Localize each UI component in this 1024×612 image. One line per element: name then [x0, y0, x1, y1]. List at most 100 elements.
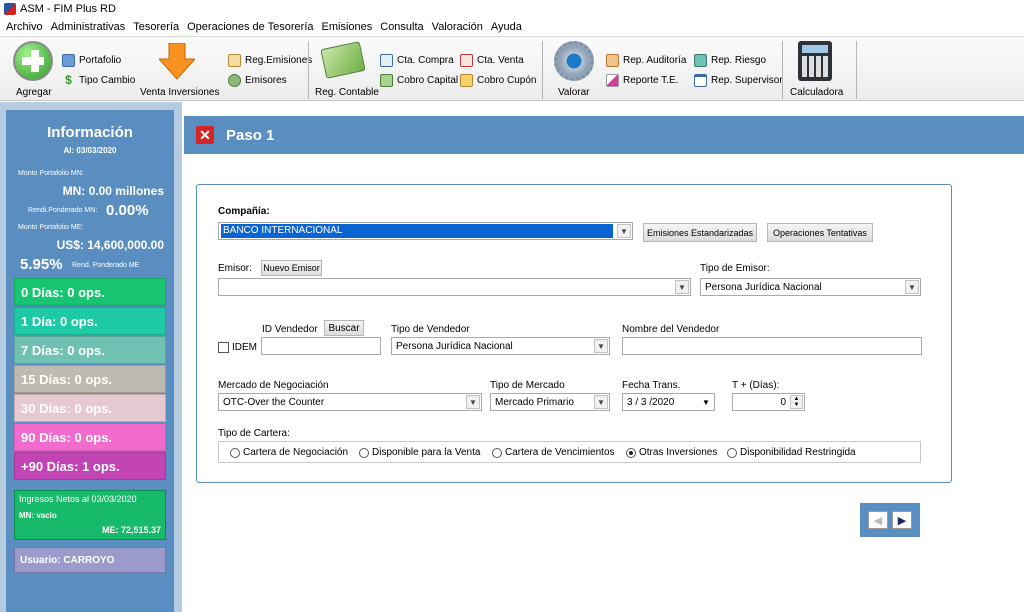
reporte-te-button[interactable]: Reporte T.E.: [606, 74, 678, 87]
radio-icon: [230, 447, 240, 458]
plus-icon: [13, 41, 53, 81]
cta-venta-button[interactable]: Cta. Venta: [460, 54, 524, 67]
emisores-button[interactable]: Emisores: [228, 74, 287, 87]
usuario-badge: Usuario: CARROYO: [14, 547, 166, 573]
reg-emisiones-label: Reg.Emisiones: [245, 55, 313, 66]
cobro-capital-button[interactable]: Cobro Capital: [380, 74, 458, 87]
days-7-item[interactable]: 7 Días: 0 ops.: [14, 336, 166, 364]
portafolio-button[interactable]: Portafolio: [62, 54, 121, 67]
t-dias-label: T + (Días):: [732, 380, 780, 391]
valorar-label: Valorar: [558, 87, 590, 98]
rendi-me-label: Rend. Ponderado ME: [72, 262, 140, 269]
tipo-cambio-button[interactable]: $ Tipo Cambio: [62, 74, 135, 87]
chevron-down-icon[interactable]: ▼: [905, 280, 919, 294]
emisores-label: Emisores: [245, 75, 287, 86]
emisiones-estandarizadas-button[interactable]: Emisiones Estandarizadas: [643, 223, 757, 242]
checkbox-icon: [218, 342, 229, 353]
otras-inversiones-radio[interactable]: Otras Inversiones: [626, 447, 717, 458]
tipo-emisor-value: Persona Jurídica Nacional: [705, 281, 822, 293]
fecha-trans-picker[interactable]: 3 / 3 /2020 ▼: [622, 393, 715, 411]
tipo-mercado-select[interactable]: Mercado Primario ▼: [490, 393, 610, 411]
toolbar-separator: [782, 41, 783, 99]
days-1-item[interactable]: 1 Día: 0 ops.: [14, 307, 166, 335]
risk-report-icon: [694, 54, 707, 67]
rendi-mn-label: Rendi.Ponderado MN:: [28, 207, 98, 214]
nuevo-emisor-button[interactable]: Nuevo Emisor: [261, 260, 322, 276]
calculator-icon: [798, 41, 832, 81]
days-90plus-item[interactable]: +90 Días: 1 ops.: [14, 452, 166, 480]
agregar-button[interactable]: Agregar: [10, 41, 56, 99]
spinner-arrows-icon[interactable]: ▲ ▼: [790, 395, 803, 409]
compania-select[interactable]: BANCO INTERNACIONAL ▼: [218, 222, 633, 240]
rep-auditoria-label: Rep. Auditoría: [623, 55, 687, 66]
step-navigation: ◀ ▶: [860, 503, 920, 537]
portafolio-label: Portafolio: [79, 55, 122, 66]
menu-tesoreria[interactable]: Tesorería: [129, 21, 183, 33]
next-button[interactable]: ▶: [892, 511, 912, 529]
cartera-negociacion-radio[interactable]: Cartera de Negociación: [230, 447, 348, 458]
chevron-down-icon[interactable]: ▼: [675, 280, 689, 294]
fecha-trans-label: Fecha Trans.: [622, 380, 681, 391]
menu-ayuda[interactable]: Ayuda: [487, 21, 526, 33]
valorar-button[interactable]: Valorar: [552, 41, 596, 99]
id-vendedor-input[interactable]: [261, 337, 381, 355]
rep-riesgo-button[interactable]: Rep. Riesgo: [694, 54, 766, 67]
t-dias-stepper[interactable]: 0 ▲ ▼: [732, 393, 805, 411]
info-title: Información: [47, 124, 133, 141]
idem-label: IDEM: [232, 342, 257, 353]
days-90-item[interactable]: 90 Días: 0 ops.: [14, 423, 166, 451]
days-0-item[interactable]: 0 Días: 0 ops.: [14, 278, 166, 306]
nombre-vendedor-label: Nombre del Vendedor: [622, 324, 720, 335]
venta-inversiones-button[interactable]: Venta Inversiones: [138, 41, 220, 99]
paso1-form: Compañía: BANCO INTERNACIONAL ▼ Emisione…: [196, 184, 952, 483]
compania-value: BANCO INTERNACIONAL: [221, 224, 613, 238]
calendar-dropdown-icon[interactable]: ▼: [699, 395, 713, 409]
reg-contable-label: Reg. Contable: [315, 87, 379, 98]
buscar-button[interactable]: Buscar: [324, 320, 364, 336]
chevron-down-icon[interactable]: ▼: [594, 395, 608, 409]
mercado-negociacion-select[interactable]: OTC-Over the Counter ▼: [218, 393, 482, 411]
tipo-emisor-select[interactable]: Persona Jurídica Nacional ▼: [700, 278, 921, 296]
reg-emisiones-button[interactable]: Reg.Emisiones: [228, 54, 312, 67]
radio-icon: [727, 447, 737, 458]
disponible-venta-label: Disponible para la Venta: [372, 447, 481, 458]
rep-supervisor-button[interactable]: Rep. Supervisor: [694, 74, 783, 87]
idem-checkbox[interactable]: IDEM: [218, 342, 257, 353]
chevron-down-icon[interactable]: ▼: [466, 395, 480, 409]
menu-archivo[interactable]: Archivo: [2, 21, 47, 33]
menu-operaciones-tesoreria[interactable]: Operaciones de Tesorería: [183, 21, 317, 33]
reg-contable-button[interactable]: Reg. Contable: [312, 41, 379, 99]
rep-auditoria-button[interactable]: Rep. Auditoría: [606, 54, 686, 67]
menu-valoracion[interactable]: Valoración: [428, 21, 487, 33]
t-dias-value: 0: [780, 396, 786, 408]
monto-mn-value: MN: 0.00 millones: [62, 184, 164, 198]
close-icon[interactable]: ✕: [196, 126, 214, 144]
menu-consulta[interactable]: Consulta: [376, 21, 427, 33]
window-icon: [694, 74, 707, 87]
tipo-vendedor-label: Tipo de Vendedor: [391, 324, 470, 335]
operaciones-tentativas-button[interactable]: Operaciones Tentativas: [767, 223, 873, 242]
id-vendedor-label: ID Vendedor: [262, 324, 318, 335]
tipo-emisor-label: Tipo de Emisor:: [700, 263, 770, 274]
nombre-vendedor-input[interactable]: [622, 337, 922, 355]
chevron-down-icon[interactable]: ▼: [594, 339, 608, 353]
compania-label: Compañía:: [218, 206, 270, 217]
cta-compra-button[interactable]: Cta. Compra: [380, 54, 454, 67]
menu-emisiones[interactable]: Emisiones: [318, 21, 377, 33]
calculadora-button[interactable]: Calculadora: [788, 41, 844, 99]
previous-button[interactable]: ◀: [868, 511, 888, 529]
cobro-cupon-button[interactable]: Cobro Cupón: [460, 74, 536, 87]
disponibilidad-restringida-radio[interactable]: Disponibilidad Restringida: [727, 447, 856, 458]
disponible-venta-radio[interactable]: Disponible para la Venta: [359, 447, 480, 458]
people-icon: [228, 74, 241, 87]
menu-administrativas[interactable]: Administrativas: [47, 21, 130, 33]
tipo-vendedor-select[interactable]: Persona Jurídica Nacional ▼: [391, 337, 610, 355]
chevron-down-icon[interactable]: ▼: [617, 224, 631, 238]
days-15-item[interactable]: 15 Días: 0 ops.: [14, 365, 166, 393]
emisor-label: Emisor:: [218, 263, 252, 274]
menu-bar: Archivo Administrativas Tesorería Operac…: [0, 18, 1024, 36]
days-30-item[interactable]: 30 Días: 0 ops.: [14, 394, 166, 422]
emisor-select[interactable]: ▼: [218, 278, 691, 296]
cartera-vencimientos-radio[interactable]: Cartera de Vencimientos: [492, 447, 615, 458]
coupon-icon: [460, 74, 473, 87]
